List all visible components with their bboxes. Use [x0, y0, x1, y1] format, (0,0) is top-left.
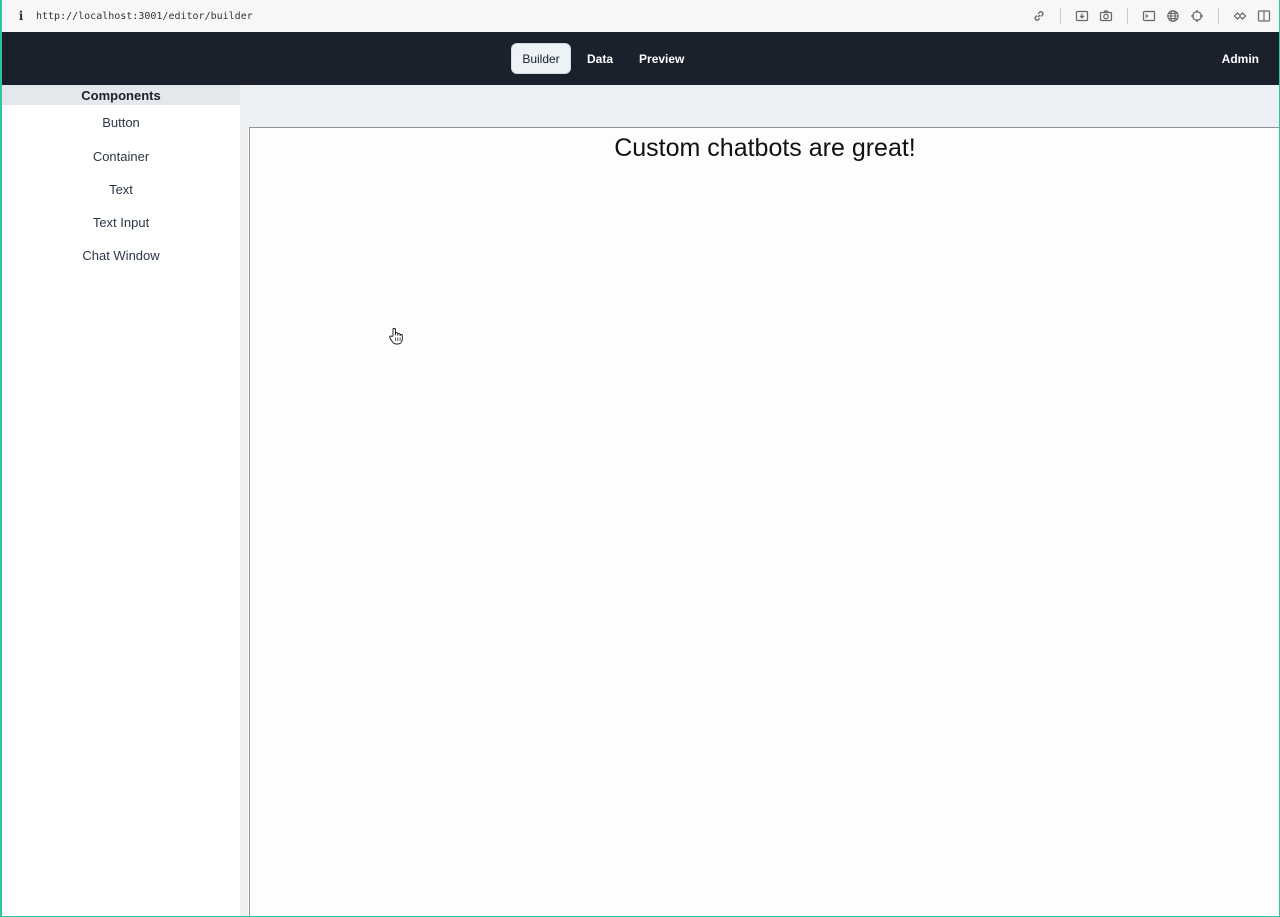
hand-pointer-icon: [389, 327, 403, 345]
tab-builder[interactable]: Builder: [511, 43, 571, 74]
builder-canvas[interactable]: Custom chatbots are great!: [249, 127, 1279, 916]
component-item-chat-window[interactable]: Chat Window: [2, 239, 240, 272]
address-bar[interactable]: i http://localhost:3001/editor/builder: [2, 0, 1279, 32]
browser-toolbar: [1032, 0, 1271, 32]
app-header: Builder Data Preview Admin: [2, 32, 1279, 85]
component-item-button[interactable]: Button: [2, 105, 240, 140]
globe-icon[interactable]: [1166, 9, 1180, 23]
main-nav: Builder Data Preview: [511, 43, 694, 74]
browser-window: i http://localhost:3001/editor/builder B…: [2, 0, 1279, 916]
url-text[interactable]: http://localhost:3001/editor/builder: [36, 11, 253, 22]
component-item-text[interactable]: Text: [2, 173, 240, 206]
sidebar-icon[interactable]: [1257, 9, 1271, 23]
info-icon[interactable]: i: [16, 9, 26, 23]
link-icon[interactable]: [1032, 9, 1046, 23]
component-item-text-input[interactable]: Text Input: [2, 206, 240, 239]
toolbar-divider: [1218, 8, 1219, 24]
canvas-toolbar-area: [248, 85, 1279, 127]
canvas-text-component[interactable]: Custom chatbots are great!: [250, 134, 1279, 163]
terminal-icon[interactable]: [1142, 9, 1156, 23]
crosshair-icon[interactable]: [1190, 9, 1204, 23]
tab-preview[interactable]: Preview: [629, 43, 694, 74]
component-item-container[interactable]: Container: [2, 140, 240, 173]
toolbar-divider: [1060, 8, 1061, 24]
tab-data[interactable]: Data: [577, 43, 623, 74]
components-sidebar: Components Button Container Text Text In…: [2, 85, 248, 916]
toolbar-divider: [1127, 8, 1128, 24]
camera-icon[interactable]: [1099, 9, 1113, 23]
admin-menu[interactable]: Admin: [1222, 32, 1259, 85]
download-icon[interactable]: [1075, 9, 1089, 23]
extensions-icon[interactable]: [1233, 9, 1247, 23]
sidebar-title: Components: [2, 85, 240, 105]
